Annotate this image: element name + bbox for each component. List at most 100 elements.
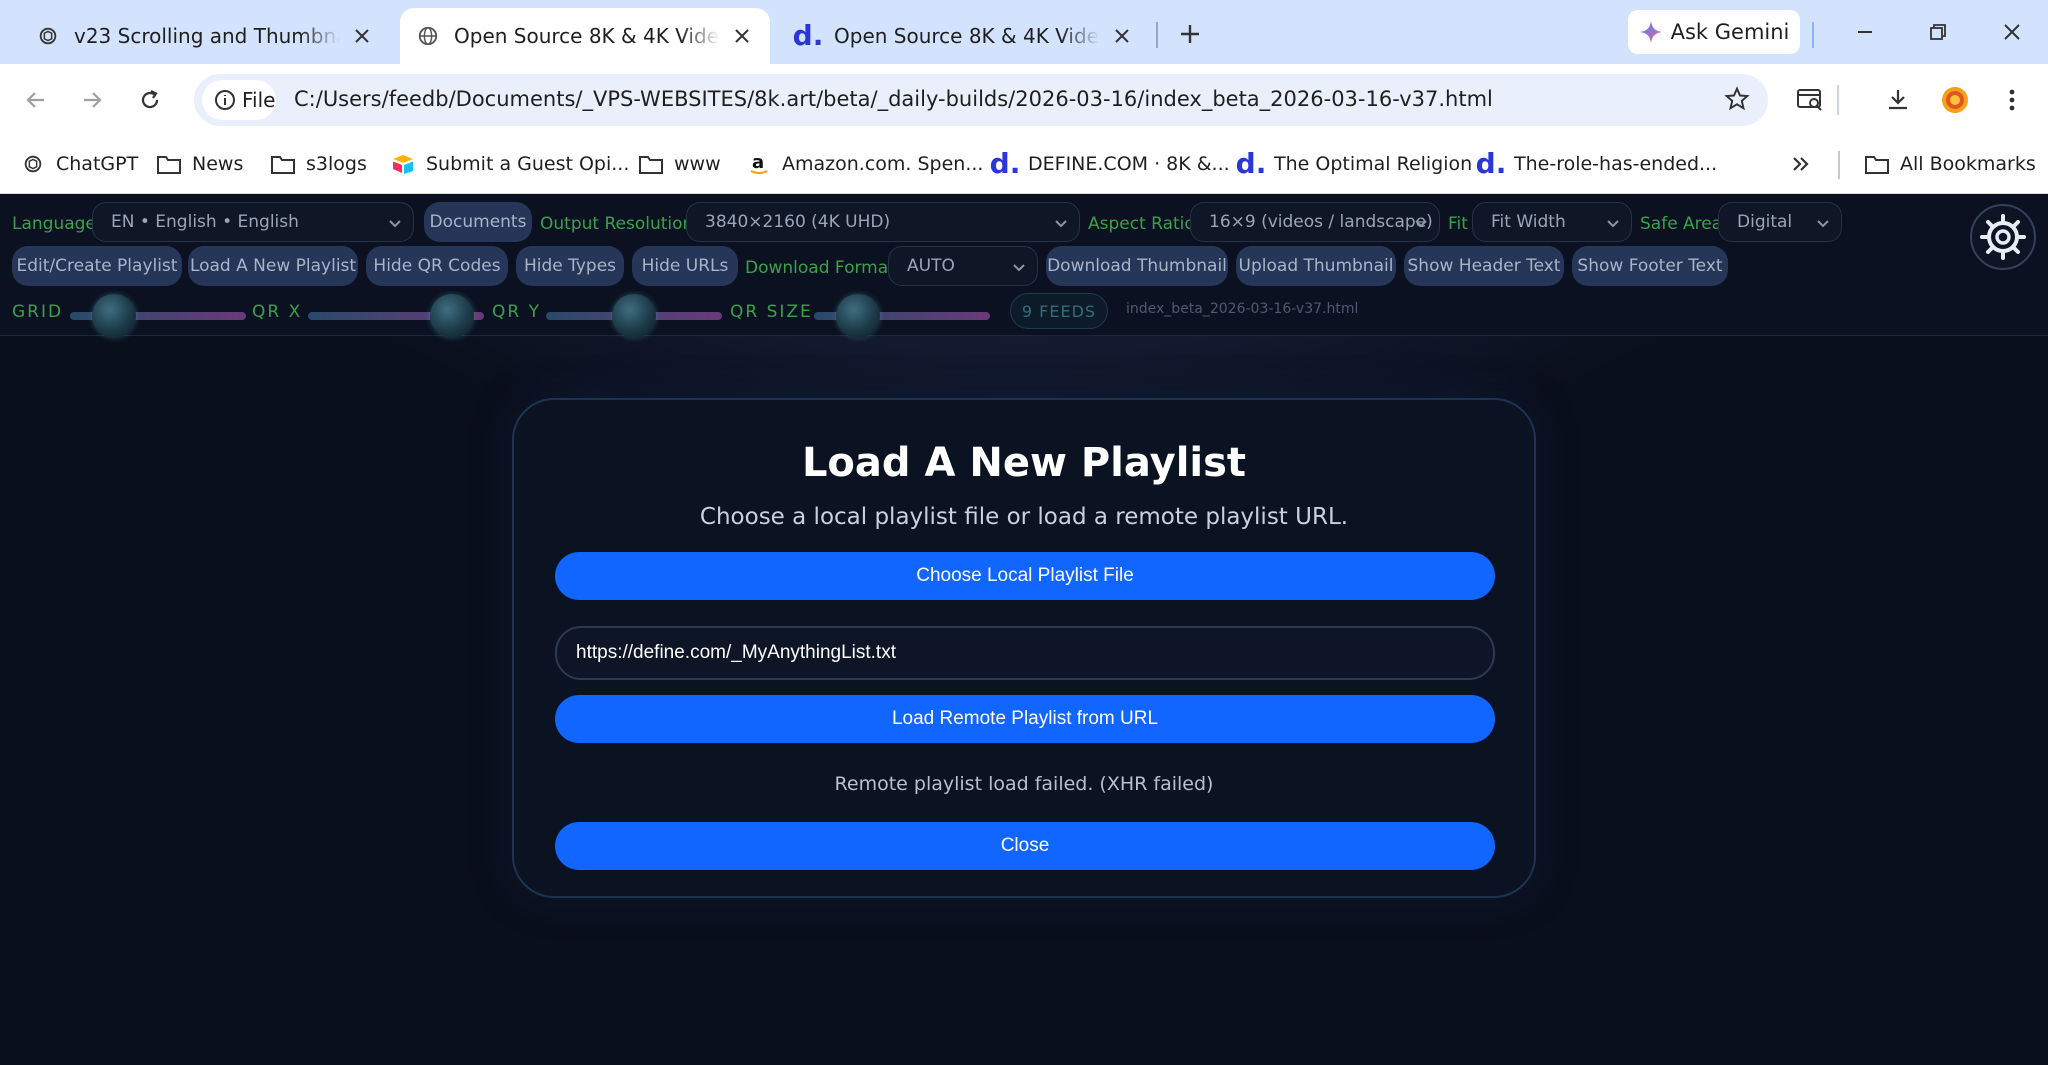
chatgpt-icon — [20, 151, 46, 177]
qr-size-slider-thumb[interactable] — [836, 294, 880, 338]
chevron-down-icon — [1607, 220, 1619, 228]
bookmark-label: The-role-has-ended... — [1514, 153, 1718, 175]
separator — [1812, 22, 1814, 48]
search-tab-button[interactable] — [1790, 80, 1830, 120]
load-new-playlist-button[interactable]: Load A New Playlist — [188, 246, 358, 286]
bookmark-submit-guest[interactable]: Submit a Guest Opi... — [390, 146, 629, 182]
profile-avatar[interactable] — [1935, 80, 1975, 120]
language-value: EN • English • English — [111, 212, 299, 232]
load-playlist-modal: Load A New Playlist Choose a local playl… — [512, 398, 1536, 898]
modal-subtitle: Choose a local playlist file or load a r… — [699, 504, 1349, 530]
folder-icon — [1864, 151, 1890, 177]
chevron-down-icon — [389, 220, 401, 228]
tab-v23-scrolling[interactable]: v23 Scrolling and Thumbnails Fi — [20, 8, 390, 64]
reload-button[interactable] — [130, 80, 170, 120]
define-logo-icon: d. — [1235, 147, 1267, 180]
aspect-ratio-label: Aspect Ratio — [1088, 214, 1195, 234]
qr-x-slider-label: QR X — [252, 302, 303, 322]
tab-open-source-active[interactable]: Open Source 8K & 4K Video Wa — [400, 8, 770, 64]
choose-local-playlist-button[interactable]: Choose Local Playlist File — [555, 552, 1495, 600]
close-tab-icon[interactable] — [730, 24, 754, 48]
minimize-icon — [1858, 31, 1872, 33]
fit-select[interactable]: Fit Width — [1472, 202, 1632, 242]
minimize-button[interactable] — [1845, 12, 1885, 52]
hide-types-button[interactable]: Hide Types — [516, 246, 624, 286]
svg-text:a: a — [752, 152, 764, 173]
all-bookmarks-label: All Bookmarks — [1900, 153, 2036, 175]
app-viewport: Language EN • English • English Document… — [0, 194, 2048, 1065]
tab-open-source-define[interactable]: d. Open Source 8K & 4K Video Wa — [780, 8, 1150, 64]
load-remote-playlist-button[interactable]: Load Remote Playlist from URL — [555, 695, 1495, 743]
close-tab-icon[interactable] — [1110, 24, 1134, 48]
qr-x-slider-thumb[interactable] — [430, 294, 475, 338]
reload-icon — [141, 90, 159, 109]
settings-button[interactable] — [1970, 204, 2036, 270]
chevron-down-icon — [1415, 220, 1427, 228]
restore-icon — [1930, 24, 1946, 40]
fit-value: Fit Width — [1491, 212, 1566, 232]
close-window-button[interactable] — [1992, 12, 2032, 52]
double-chevron-right-icon — [1793, 157, 1809, 171]
url-text[interactable]: C:/Users/feedb/Documents/_VPS-WEBSITES/8… — [294, 87, 1493, 111]
bookmark-chatgpt[interactable]: ChatGPT — [20, 146, 138, 182]
load-status-message: Remote playlist load failed. (XHR failed… — [834, 773, 1214, 795]
bookmark-news[interactable]: News — [156, 146, 243, 182]
airtable-icon — [390, 151, 416, 177]
ask-gemini-button[interactable]: Ask Gemini — [1628, 10, 1800, 54]
folder-icon — [156, 151, 182, 177]
ask-gemini-label: Ask Gemini — [1670, 20, 1790, 44]
bookmark-s3logs[interactable]: s3logs — [270, 146, 367, 182]
qr-y-slider-label: QR Y — [492, 302, 541, 322]
tab-separator — [1156, 22, 1158, 48]
bookmark-optimal-religion[interactable]: d. The Optimal Religion — [1235, 146, 1473, 182]
playlist-url-input[interactable]: https://define.com/_MyAnythingList.txt — [555, 626, 1495, 680]
close-tab-icon[interactable] — [350, 24, 374, 48]
new-tab-button[interactable] — [1170, 14, 1210, 54]
avatar-sun-icon — [1942, 87, 1968, 113]
bookmark-star-icon[interactable] — [1724, 86, 1750, 116]
download-format-select[interactable]: AUTO — [888, 246, 1038, 286]
define-logo-icon: d. — [989, 147, 1021, 180]
download-thumbnail-button[interactable]: Download Thumbnail — [1046, 246, 1228, 286]
chevron-down-icon — [1055, 220, 1067, 228]
restore-button[interactable] — [1918, 12, 1958, 52]
download-format-value: AUTO — [907, 256, 955, 276]
more-menu-button[interactable] — [1992, 80, 2032, 120]
downloads-button[interactable] — [1878, 80, 1918, 120]
qr-y-slider-thumb[interactable] — [612, 294, 656, 338]
gear-icon — [1980, 214, 2026, 260]
output-resolution-label: Output Resolution — [540, 214, 694, 234]
aspect-ratio-select[interactable]: 16×9 (videos / landscape) — [1190, 202, 1440, 242]
hide-urls-button[interactable]: Hide URLs — [632, 246, 738, 286]
all-bookmarks-button[interactable]: All Bookmarks — [1864, 146, 2036, 182]
address-bar[interactable]: File C:/Users/feedb/Documents/_VPS-WEBSI… — [194, 74, 1768, 126]
site-info-chip[interactable]: File — [202, 80, 276, 120]
safe-area-select[interactable]: Digital — [1718, 202, 1842, 242]
show-header-text-button[interactable]: Show Header Text — [1404, 246, 1564, 286]
bookmark-role-has-ended[interactable]: d. The-role-has-ended... — [1476, 146, 1718, 182]
bookmark-amazon[interactable]: a Amazon.com. Spen... — [746, 146, 983, 182]
bookmark-define-com[interactable]: d. DEFINE.COM · 8K &... — [989, 146, 1230, 182]
bookmark-label: s3logs — [306, 153, 367, 175]
amazon-icon: a — [746, 151, 772, 177]
fit-label: Fit — [1448, 214, 1468, 234]
forward-button[interactable] — [72, 80, 112, 120]
aspect-ratio-value: 16×9 (videos / landscape) — [1209, 212, 1433, 232]
documents-button[interactable]: Documents — [424, 202, 532, 242]
feeds-count-badge: 9 FEEDS — [1010, 293, 1108, 329]
bookmark-label: News — [192, 153, 244, 175]
upload-thumbnail-button[interactable]: Upload Thumbnail — [1236, 246, 1396, 286]
edit-create-playlist-button[interactable]: Edit/Create Playlist — [12, 246, 182, 286]
hide-qr-codes-button[interactable]: Hide QR Codes — [366, 246, 508, 286]
language-select[interactable]: EN • English • English — [92, 202, 414, 242]
bookmarks-overflow-button[interactable] — [1790, 146, 1812, 182]
close-modal-button[interactable]: Close — [555, 822, 1495, 870]
grid-slider-thumb[interactable] — [92, 294, 136, 338]
folder-icon — [638, 151, 664, 177]
show-footer-text-button[interactable]: Show Footer Text — [1572, 246, 1728, 286]
bookmark-www[interactable]: www — [638, 146, 721, 182]
safe-area-value: Digital — [1737, 212, 1793, 232]
bookmark-label: www — [674, 153, 721, 175]
back-button[interactable] — [16, 80, 56, 120]
output-resolution-select[interactable]: 3840×2160 (4K UHD) — [686, 202, 1080, 242]
